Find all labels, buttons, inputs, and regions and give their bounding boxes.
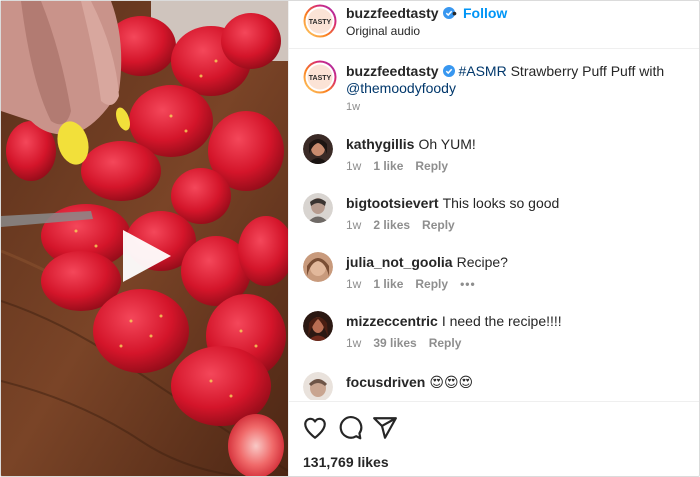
commenter-avatar[interactable]	[303, 252, 333, 282]
comment-item: focusdriven 😍😍😍	[289, 372, 699, 400]
audio-label[interactable]: Original audio	[346, 24, 420, 38]
commenter-avatar[interactable]	[303, 311, 333, 341]
reply-button[interactable]: Reply	[415, 277, 448, 291]
author-avatar[interactable]: TASTY	[303, 4, 337, 38]
commenter-username[interactable]: focusdriven	[346, 374, 425, 390]
post-footer: 131,769 likes	[289, 401, 699, 476]
comment-meta: 1w 39 likes Reply	[346, 336, 473, 350]
comment-body: 😍😍😍	[429, 374, 474, 390]
comment-time[interactable]: 1w	[346, 336, 361, 350]
comment-time[interactable]: 1w	[346, 277, 361, 291]
play-icon[interactable]	[115, 226, 175, 286]
likes-count[interactable]: 131,769 likes	[303, 454, 389, 470]
reply-button[interactable]: Reply	[422, 218, 455, 232]
comments-list[interactable]: TASTY buzzfeedtasty #ASMR Strawberry Puf…	[289, 50, 699, 400]
caption-text: Strawberry Puff Puff with	[506, 63, 665, 79]
comment-item: mizzeccentric I need the recipe!!!! 1w 39 …	[289, 311, 699, 369]
more-options-icon[interactable]: •••	[460, 277, 476, 291]
comment-time[interactable]: 1w	[346, 159, 361, 173]
follow-button[interactable]: Follow	[463, 5, 507, 21]
comment-meta: 1w 1 like Reply	[346, 159, 460, 173]
comment-item: kathygillis Oh YUM! 1w 1 like Reply	[289, 134, 699, 192]
comment-time[interactable]: 1w	[346, 218, 361, 232]
comment-body: Oh YUM!	[418, 136, 476, 152]
post-details-panel: TASTY buzzfeedtasty • Follow Original au…	[288, 1, 699, 476]
commenter-username[interactable]: julia_not_goolia	[346, 254, 453, 270]
comment-meta: 1w 2 likes Reply	[346, 218, 467, 232]
svg-text:TASTY: TASTY	[309, 75, 332, 82]
post-caption: buzzfeedtasty #ASMR Strawberry Puff Puff…	[346, 63, 691, 97]
comment-likes[interactable]: 1 like	[373, 159, 403, 173]
verified-badge-icon	[442, 65, 455, 77]
comment-likes[interactable]: 39 likes	[373, 336, 416, 350]
comment-likes[interactable]: 2 likes	[373, 218, 410, 232]
commenter-username[interactable]: bigtootsievert	[346, 195, 439, 211]
commenter-avatar[interactable]	[303, 134, 333, 164]
comment-body: I need the recipe!!!!	[441, 313, 562, 329]
commenter-avatar[interactable]	[303, 193, 333, 223]
commenter-username[interactable]: mizzeccentric	[346, 313, 438, 329]
comment-icon[interactable]	[337, 415, 363, 441]
post-modal: TASTY buzzfeedtasty • Follow Original au…	[0, 0, 700, 477]
comment-meta: 1w 1 like Reply •••	[346, 277, 488, 291]
reply-button[interactable]: Reply	[429, 336, 462, 350]
share-icon[interactable]	[372, 415, 398, 441]
caption-username[interactable]: buzzfeedtasty	[346, 63, 439, 79]
comment-text-row: bigtootsievert This looks so good	[346, 195, 559, 211]
video-player[interactable]	[1, 1, 288, 476]
commenter-username[interactable]: kathygillis	[346, 136, 414, 152]
comment-likes[interactable]: 1 like	[373, 277, 403, 291]
svg-text:TASTY: TASTY	[309, 19, 332, 26]
comment-text-row: julia_not_goolia Recipe?	[346, 254, 508, 270]
reply-button[interactable]: Reply	[415, 159, 448, 173]
comment-text-row: mizzeccentric I need the recipe!!!!	[346, 313, 562, 329]
comment-text-row: focusdriven 😍😍😍	[346, 374, 473, 391]
comment-body: Recipe?	[456, 254, 508, 270]
comment-item: bigtootsievert This looks so good 1w 2 lik…	[289, 193, 699, 251]
comment-body: This looks so good	[442, 195, 560, 211]
author-username[interactable]: buzzfeedtasty	[346, 5, 455, 21]
caption-mention[interactable]: @themoodyfoody	[346, 80, 456, 96]
post-header: TASTY buzzfeedtasty • Follow Original au…	[289, 1, 699, 49]
heart-icon[interactable]	[302, 415, 328, 441]
commenter-avatar[interactable]	[303, 372, 333, 400]
comment-item: julia_not_goolia Recipe? 1w 1 like Reply •••	[289, 252, 699, 310]
caption-avatar[interactable]: TASTY	[303, 60, 337, 94]
caption-timestamp[interactable]: 1w	[346, 101, 360, 113]
separator-dot: •	[452, 5, 457, 21]
caption-hashtag[interactable]: #ASMR	[458, 63, 506, 79]
comment-text-row: kathygillis Oh YUM!	[346, 136, 476, 152]
